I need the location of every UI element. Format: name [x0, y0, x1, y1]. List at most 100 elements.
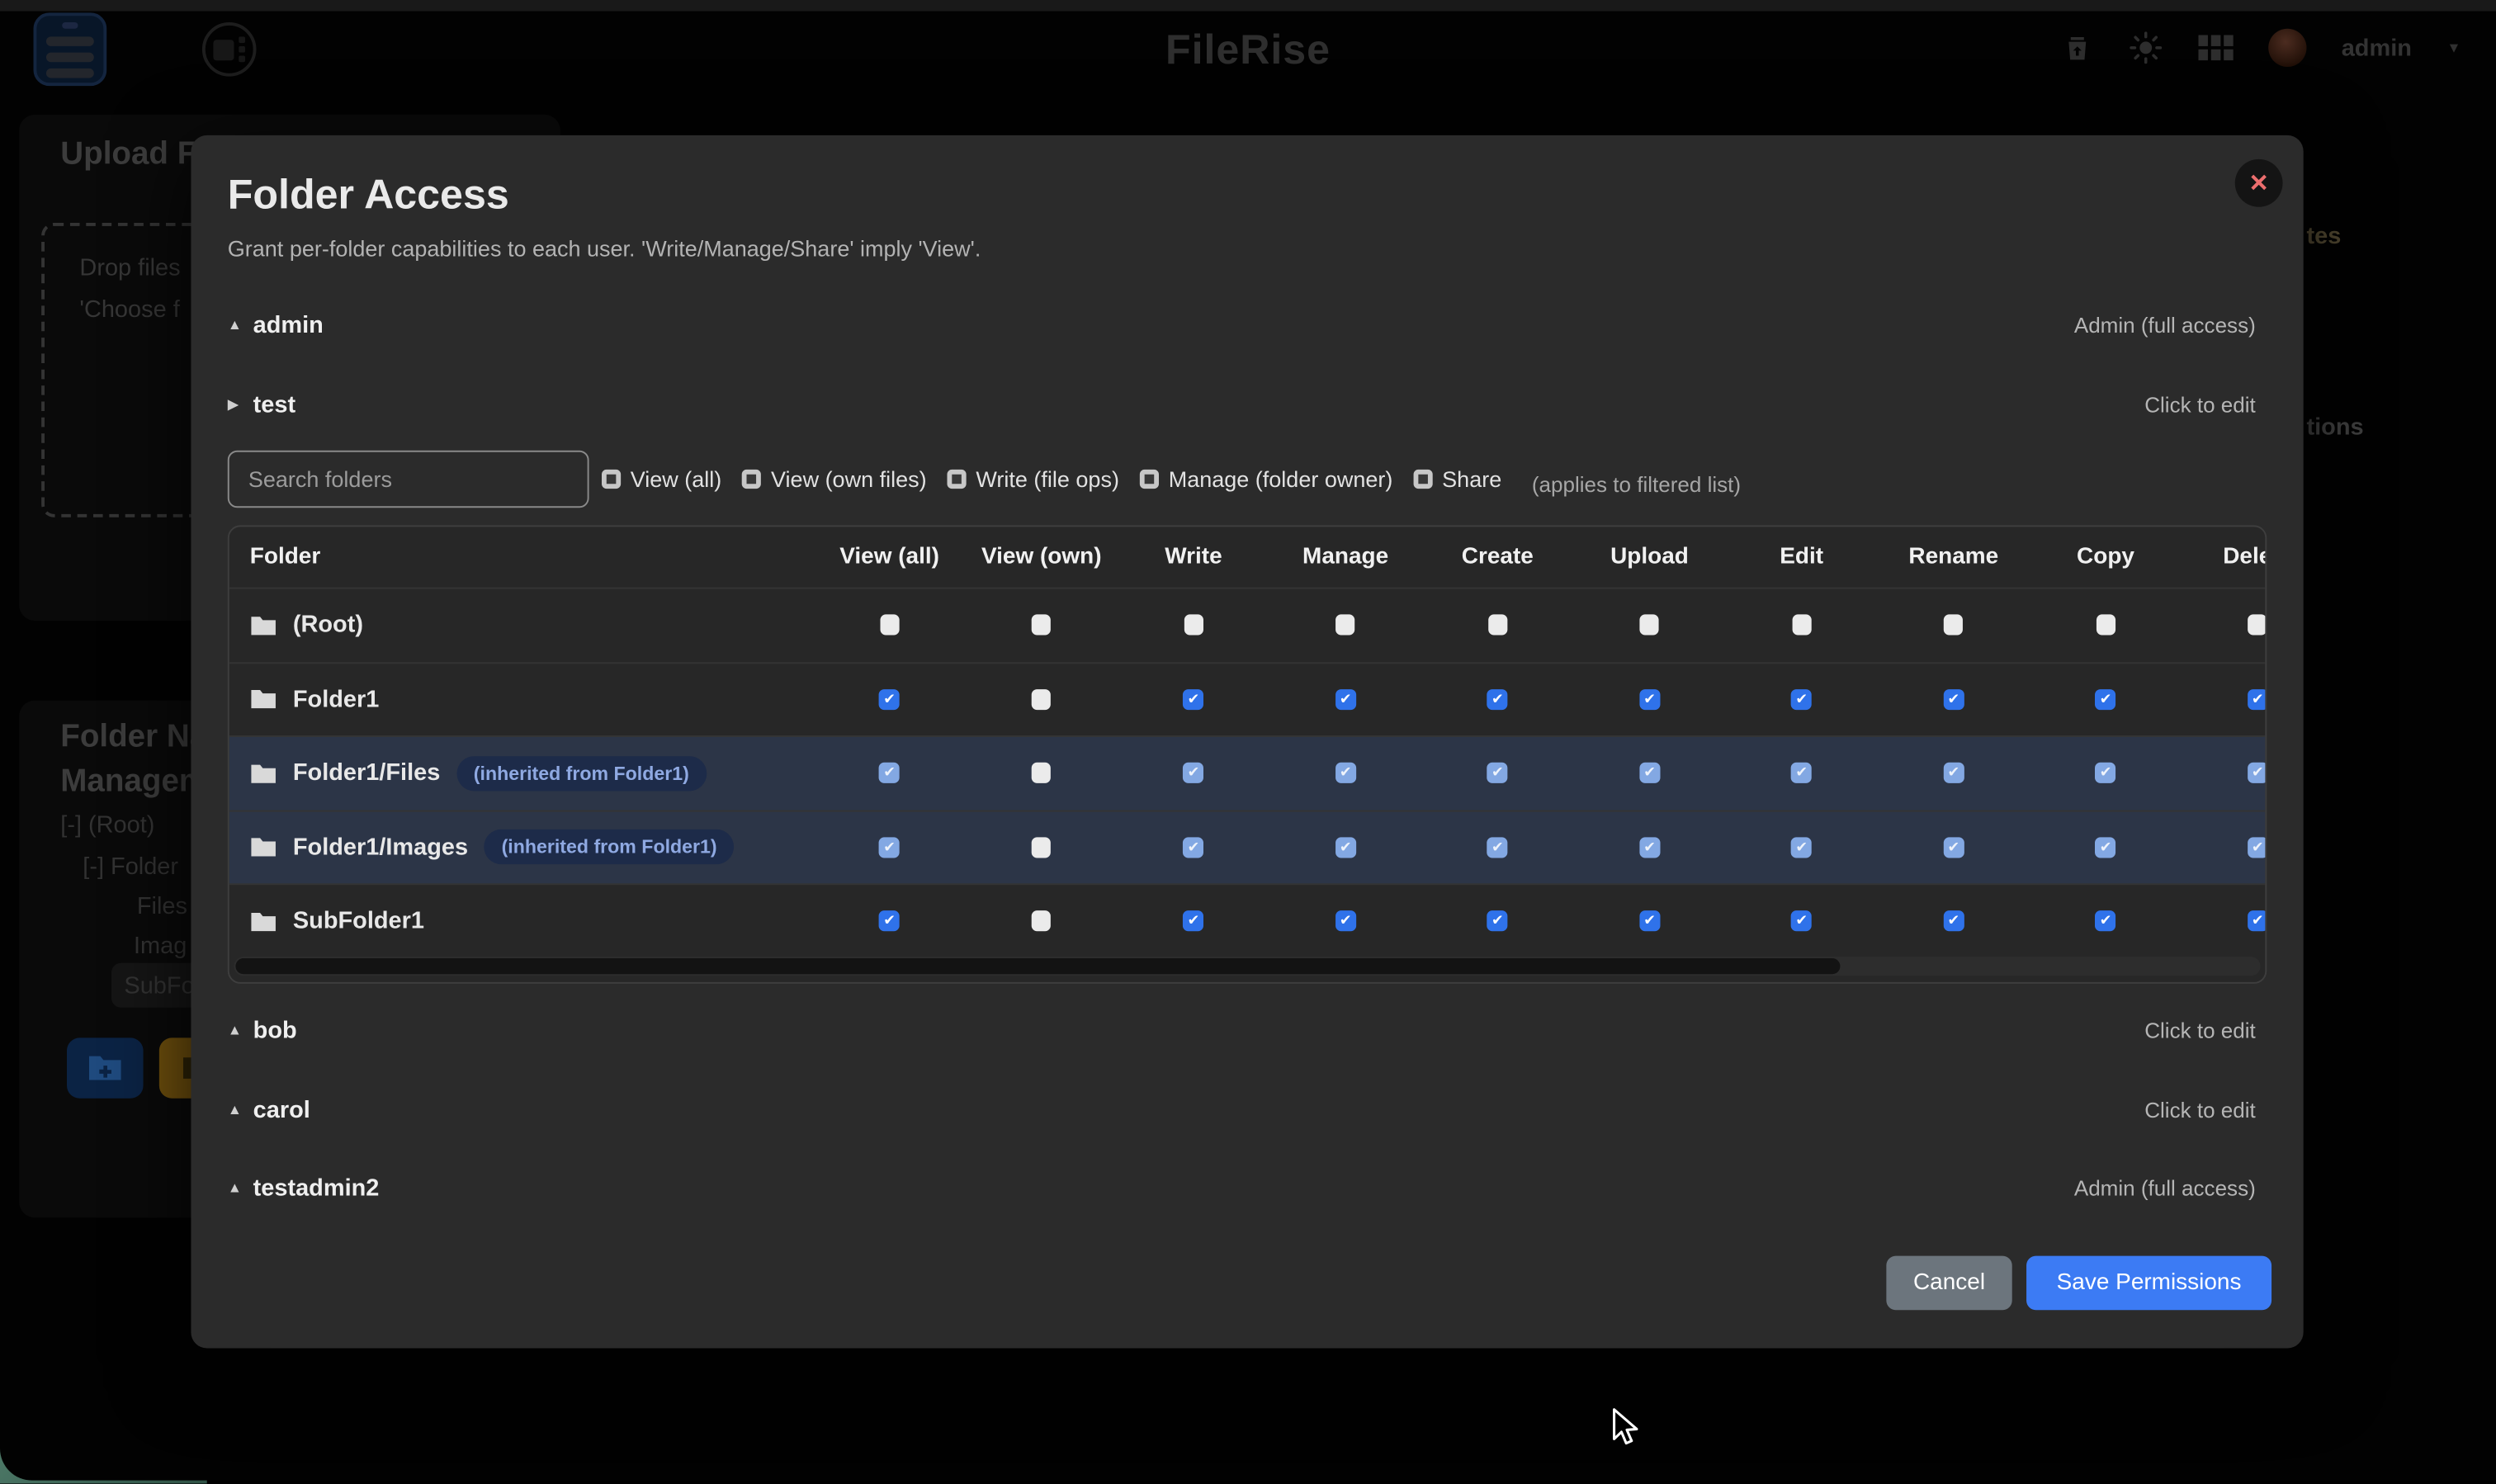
create-folder-button[interactable] [67, 1037, 144, 1098]
tree-item-files[interactable]: Files [137, 893, 187, 920]
checkbox-manage[interactable]: ✔ [1335, 689, 1356, 710]
checkbox-view-all[interactable]: ✔ [879, 911, 900, 932]
checkbox-upload[interactable]: ✔ [1639, 763, 1660, 783]
checkbox-upload[interactable] [1640, 615, 1659, 636]
checkbox-edit[interactable] [1792, 615, 1811, 636]
filter-view-own[interactable]: View (own files) [742, 466, 926, 492]
user-row-test[interactable]: ▶ test Click to edit [228, 387, 2256, 422]
save-permissions-button[interactable]: Save Permissions [2026, 1256, 2271, 1311]
checkbox-rename[interactable]: ✔ [1943, 763, 1964, 783]
checkbox-rename[interactable] [1944, 615, 1963, 636]
checkbox-manage[interactable] [1336, 615, 1355, 636]
checkbox-write[interactable]: ✔ [1183, 911, 1203, 932]
checkbox-manage[interactable]: ✔ [1335, 911, 1356, 932]
close-icon[interactable]: ✕ [2235, 159, 2283, 207]
permission-cell: ✔ [1878, 763, 2030, 783]
checkbox-view-own[interactable] [1032, 615, 1051, 636]
expand-arrow-icon[interactable]: ▲ [228, 1022, 253, 1037]
background-text-fragment: tions [2306, 414, 2363, 441]
checkbox-view-own[interactable] [1032, 763, 1051, 783]
checkbox-delete[interactable]: ✔ [2248, 837, 2267, 858]
expand-arrow-icon[interactable]: ▲ [228, 1179, 253, 1195]
scrollbar-thumb[interactable] [235, 958, 1840, 974]
checkbox-create[interactable]: ✔ [1487, 837, 1508, 858]
checkbox-copy[interactable]: ✔ [2095, 763, 2115, 783]
checkbox-delete[interactable]: ✔ [2248, 689, 2267, 710]
checkbox-create[interactable]: ✔ [1487, 689, 1508, 710]
checkbox-view-own[interactable] [1032, 689, 1051, 710]
checkbox-write[interactable]: ✔ [1183, 837, 1203, 858]
search-input[interactable] [228, 451, 589, 508]
tree-item-folder1[interactable]: [-] Folder [83, 853, 178, 881]
checkbox-delete[interactable]: ✔ [2248, 763, 2267, 783]
checkbox-rename[interactable]: ✔ [1943, 837, 1964, 858]
filter-view-all[interactable]: View (all) [602, 466, 721, 492]
checkbox-write[interactable]: ✔ [1183, 763, 1203, 783]
tree-item-subfolder1[interactable]: SubFo [124, 972, 194, 1000]
checkbox-edit[interactable]: ✔ [1791, 689, 1812, 710]
checkbox-write[interactable]: ✔ [1183, 689, 1203, 710]
permission-cell: ✔ [1118, 837, 1269, 858]
checkbox-write[interactable] [1184, 615, 1203, 636]
permission-cell [966, 763, 1118, 783]
user-row-bob[interactable]: ▲ bob Click to edit [228, 1013, 2256, 1047]
user-row-testadmin2[interactable]: ▲ testadmin2 Admin (full access) [228, 1170, 2256, 1204]
permission-cell: ✔ [1269, 689, 1421, 710]
checkbox-edit[interactable]: ✔ [1791, 763, 1812, 783]
user-name: admin [253, 311, 324, 338]
checkbox-rename[interactable]: ✔ [1943, 689, 1964, 710]
checkbox-edit[interactable]: ✔ [1791, 837, 1812, 858]
cancel-button[interactable]: Cancel [1886, 1256, 2011, 1311]
checkbox-copy[interactable]: ✔ [2095, 837, 2115, 858]
checkbox-delete[interactable]: ✔ [2248, 911, 2267, 932]
tree-item-root[interactable]: [-] (Root) [60, 812, 154, 839]
user-status: Admin (full access) [2074, 313, 2256, 337]
checkbox-delete[interactable] [2248, 615, 2267, 636]
filter-checkbox[interactable] [1140, 470, 1159, 489]
filter-manage[interactable]: Manage (folder owner) [1140, 466, 1392, 492]
horizontal-scrollbar[interactable] [234, 957, 2260, 976]
user-menu-label[interactable]: admin [2342, 34, 2412, 61]
checkbox-upload[interactable]: ✔ [1639, 837, 1660, 858]
checkbox-create[interactable]: ✔ [1487, 763, 1508, 783]
checkbox-rename[interactable]: ✔ [1943, 911, 1964, 932]
filter-checkbox[interactable] [1413, 470, 1432, 489]
apps-grid-icon[interactable] [2198, 35, 2233, 60]
checkbox-copy[interactable]: ✔ [2095, 911, 2115, 932]
checkbox-view-own[interactable] [1032, 837, 1051, 858]
filter-checkbox[interactable] [742, 470, 761, 489]
filter-checkbox[interactable] [602, 470, 621, 489]
checkbox-manage[interactable]: ✔ [1335, 763, 1356, 783]
checkbox-create[interactable]: ✔ [1487, 911, 1508, 932]
checkbox-edit[interactable]: ✔ [1791, 911, 1812, 932]
user-row-admin[interactable]: ▲ admin Admin (full access) [228, 307, 2256, 342]
checkbox-manage[interactable]: ✔ [1335, 837, 1356, 858]
checkbox-copy[interactable] [2096, 615, 2115, 636]
permission-cell: ✔ [1573, 763, 1725, 783]
checkbox-upload[interactable]: ✔ [1639, 689, 1660, 710]
checkbox-create[interactable] [1488, 615, 1507, 636]
checkbox-copy[interactable]: ✔ [2095, 689, 2115, 710]
checkbox-view-all[interactable]: ✔ [879, 837, 900, 858]
permission-cell: ✔ [1726, 911, 1878, 932]
tree-item-images[interactable]: Imag [134, 933, 187, 960]
caret-down-icon[interactable]: ▼ [2446, 40, 2461, 55]
user-status: Click to edit [2144, 1018, 2256, 1042]
checkbox-view-all[interactable]: ✔ [879, 763, 900, 783]
expand-arrow-icon[interactable]: ▶ [228, 395, 253, 413]
checkbox-view-all[interactable] [880, 615, 899, 636]
filter-checkbox[interactable] [948, 470, 967, 489]
checkbox-view-all[interactable]: ✔ [879, 689, 900, 710]
checkbox-upload[interactable]: ✔ [1639, 911, 1660, 932]
user-row-carol[interactable]: ▲ carol Click to edit [228, 1092, 2256, 1127]
inherited-badge: (inherited from Folder1) [484, 829, 734, 864]
checkbox-view-own[interactable] [1032, 911, 1051, 932]
filter-write[interactable]: Write (file ops) [948, 466, 1119, 492]
theme-sun-icon[interactable] [2128, 31, 2163, 65]
avatar[interactable] [2268, 29, 2306, 67]
expand-arrow-icon[interactable]: ▲ [228, 317, 253, 333]
filter-share[interactable]: Share [1413, 466, 1501, 492]
trash-restore-icon[interactable] [2061, 32, 2093, 64]
expand-arrow-icon[interactable]: ▲ [228, 1102, 253, 1118]
permission-cell: ✔ [1421, 911, 1573, 932]
